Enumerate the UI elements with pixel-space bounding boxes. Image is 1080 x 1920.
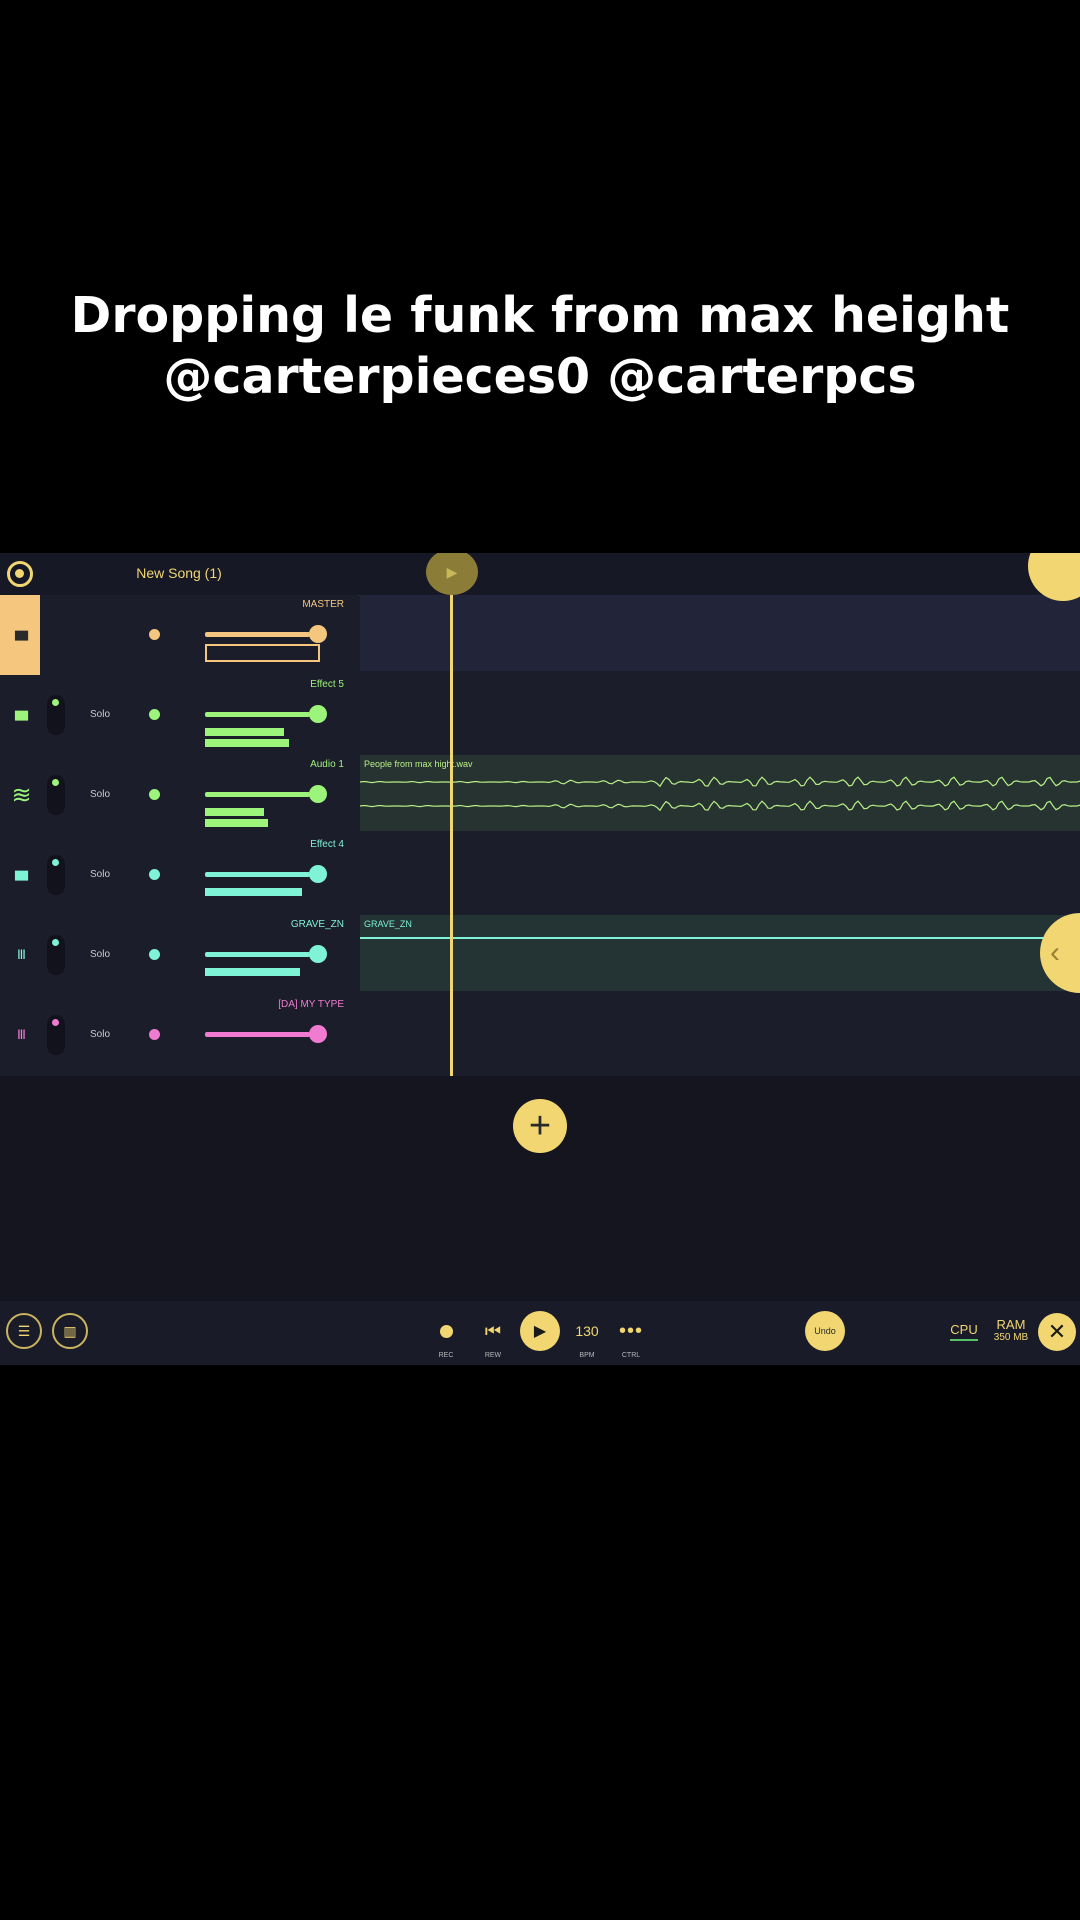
mute-dot[interactable]: [149, 629, 160, 640]
volume-slider-track[interactable]: [205, 872, 310, 877]
track-name: GRAVE_ZN: [290, 919, 344, 930]
solo-button[interactable]: Solo: [90, 949, 110, 960]
piano-icon[interactable]: Ⅲ: [0, 915, 40, 995]
bpm-control[interactable]: 130 BPM: [570, 1313, 604, 1359]
song-title[interactable]: New Song (1): [0, 565, 358, 581]
grave-clip-line: [360, 937, 1080, 939]
level-meter: [205, 728, 285, 736]
record-label: REC: [438, 1352, 454, 1359]
track-row[interactable]: ≋ Audio 1 Solo: [0, 755, 358, 835]
ctrl-button[interactable]: ••• CTRL: [614, 1313, 648, 1360]
volume-slider-handle[interactable]: [309, 785, 327, 803]
ram-value: 350 MB: [993, 1332, 1029, 1343]
track-row[interactable]: Ⅲ [DA] MY TYPE Solo: [0, 995, 358, 1075]
track-name: Effect 4: [310, 839, 344, 850]
grave-clip-name: GRAVE_ZN: [364, 919, 412, 929]
grave-clip[interactable]: GRAVE_ZN: [360, 915, 1080, 991]
playhead[interactable]: [450, 553, 453, 1076]
volume-slider-handle[interactable]: [309, 625, 327, 643]
solo-button[interactable]: Solo: [90, 789, 110, 800]
lane-master: [360, 595, 1080, 671]
track-row[interactable]: ▮▮▮ MASTER: [0, 595, 358, 675]
volume-slider-track[interactable]: [205, 952, 310, 957]
instrument-view-icon[interactable]: ▥: [52, 1313, 88, 1349]
track-name: Audio 1: [310, 759, 344, 770]
pan-knob[interactable]: [47, 695, 65, 735]
level-meter: [205, 808, 264, 816]
level-meter: [205, 968, 300, 976]
solo-button[interactable]: Solo: [90, 1029, 110, 1040]
play-icon: ▶: [533, 1323, 547, 1340]
mixer-top-bar: New Song (1): [0, 553, 358, 595]
solo-button[interactable]: Solo: [90, 709, 110, 720]
volume-slider-track[interactable]: [205, 1032, 310, 1037]
bpm-value: 130: [575, 1323, 599, 1339]
rewind-button[interactable]: ⏮ REW: [477, 1313, 509, 1360]
audio-clip[interactable]: People from max hight.wav: [360, 755, 1080, 831]
ctrl-label: CTRL: [621, 1352, 641, 1359]
pan-knob[interactable]: [47, 935, 65, 975]
lane-my-type: [360, 995, 1080, 1076]
track-row[interactable]: ▮▮▮ Effect 4 Solo: [0, 835, 358, 915]
volume-slider-handle[interactable]: [309, 705, 327, 723]
mute-dot[interactable]: [149, 1029, 160, 1040]
pan-knob[interactable]: [47, 855, 65, 895]
level-meter: [205, 644, 321, 662]
volume-slider-track[interactable]: [205, 632, 310, 637]
volume-slider-handle[interactable]: [309, 865, 327, 883]
pan-knob[interactable]: [47, 775, 65, 815]
waveform-icon[interactable]: ≋: [0, 755, 40, 835]
volume-slider-track[interactable]: [205, 792, 310, 797]
track-name: Effect 5: [310, 679, 344, 690]
mixer-view-icon[interactable]: ☰: [6, 1313, 42, 1349]
cpu-label: CPU: [950, 1322, 978, 1341]
volume-slider-handle[interactable]: [309, 945, 327, 963]
rewind-icon: ⏮: [484, 1320, 502, 1341]
mute-dot[interactable]: [149, 789, 160, 800]
mixer-panel: New Song (1) ▮▮▮ MASTER ▮▮▮ Effect 5 Sol…: [0, 553, 358, 1076]
effect-bars-icon[interactable]: ▮▮▮: [0, 835, 40, 915]
caption-line-2: @carterpieces0 @carterpcs: [163, 348, 917, 405]
timeline-area[interactable]: People from max hight.wav GRAVE_ZN ▶ ‹: [358, 553, 1080, 1076]
lane-effect-5: [360, 675, 1080, 751]
mute-dot[interactable]: [149, 949, 160, 960]
waveform-channel: [360, 776, 1080, 788]
volume-slider-track[interactable]: [205, 712, 310, 717]
transport-bar: ☰ ▥ REC ⏮ REW ▶ 130 BPM ••• CTRL Undo CP…: [0, 1301, 1080, 1365]
level-meter: [205, 888, 303, 896]
undo-button[interactable]: Undo: [805, 1311, 845, 1351]
piano-icon[interactable]: Ⅲ: [0, 995, 40, 1075]
cpu-indicator[interactable]: CPU: [944, 1313, 984, 1349]
caption-line-1: Dropping le funk from max height: [70, 287, 1010, 344]
waveform-channel: [360, 800, 1080, 812]
track-name: [DA] MY TYPE: [278, 999, 344, 1010]
record-icon: [439, 1324, 453, 1338]
play-button[interactable]: ▶: [520, 1311, 560, 1351]
rewind-label: REW: [484, 1352, 502, 1359]
more-dots-icon: •••: [618, 1319, 643, 1342]
add-track-button[interactable]: +: [513, 1099, 567, 1153]
mute-dot[interactable]: [149, 869, 160, 880]
volume-slider-handle[interactable]: [309, 1025, 327, 1043]
lane-effect-4: [360, 835, 1080, 911]
master-bars-icon[interactable]: ▮▮▮: [0, 595, 40, 675]
bpm-label: BPM: [579, 1352, 595, 1359]
pan-knob[interactable]: [47, 1015, 65, 1055]
level-meter: [205, 739, 290, 747]
track-row[interactable]: Ⅲ GRAVE_ZN Solo: [0, 915, 358, 995]
track-name: MASTER: [302, 599, 344, 610]
audio-waveform: [360, 776, 1080, 812]
ram-label: RAM: [996, 1317, 1026, 1332]
effect-bars-icon[interactable]: ▮▮▮: [0, 675, 40, 755]
ram-indicator: RAM 350 MB: [988, 1313, 1034, 1349]
solo-button[interactable]: Solo: [90, 869, 110, 880]
track-row[interactable]: ▮▮▮ Effect 5 Solo: [0, 675, 358, 755]
record-button[interactable]: REC: [430, 1313, 462, 1359]
level-meter: [205, 819, 268, 827]
close-button[interactable]: ✕: [1038, 1313, 1076, 1351]
daw-app: New Song (1) ▮▮▮ MASTER ▮▮▮ Effect 5 Sol…: [0, 553, 1080, 1365]
mute-dot[interactable]: [149, 709, 160, 720]
